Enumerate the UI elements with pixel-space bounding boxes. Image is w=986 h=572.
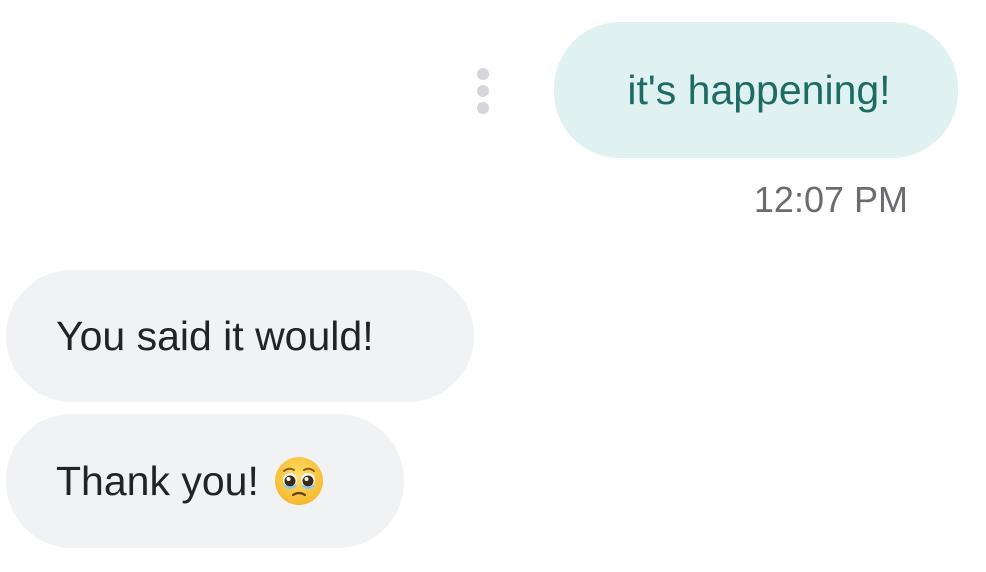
message-text: You said it would! [56, 312, 374, 359]
message-timestamp: 12:07 PM [753, 179, 908, 220]
message-text: it's happening! [627, 66, 891, 113]
more-options-dot [477, 68, 489, 80]
sent-message-bubble[interactable]: it's happening! [554, 22, 958, 158]
received-message-bubble[interactable]: You said it would! [6, 270, 474, 402]
more-options-icon[interactable] [470, 64, 496, 118]
conversation-thread: it's happening! 12:07 PM You said it wou… [0, 0, 986, 572]
message-text: Thank you! [56, 457, 259, 504]
more-options-dot [477, 85, 489, 97]
received-message-bubble[interactable]: Thank you! [6, 414, 404, 548]
pleading-face-icon [274, 457, 323, 505]
more-options-dot [477, 102, 489, 114]
